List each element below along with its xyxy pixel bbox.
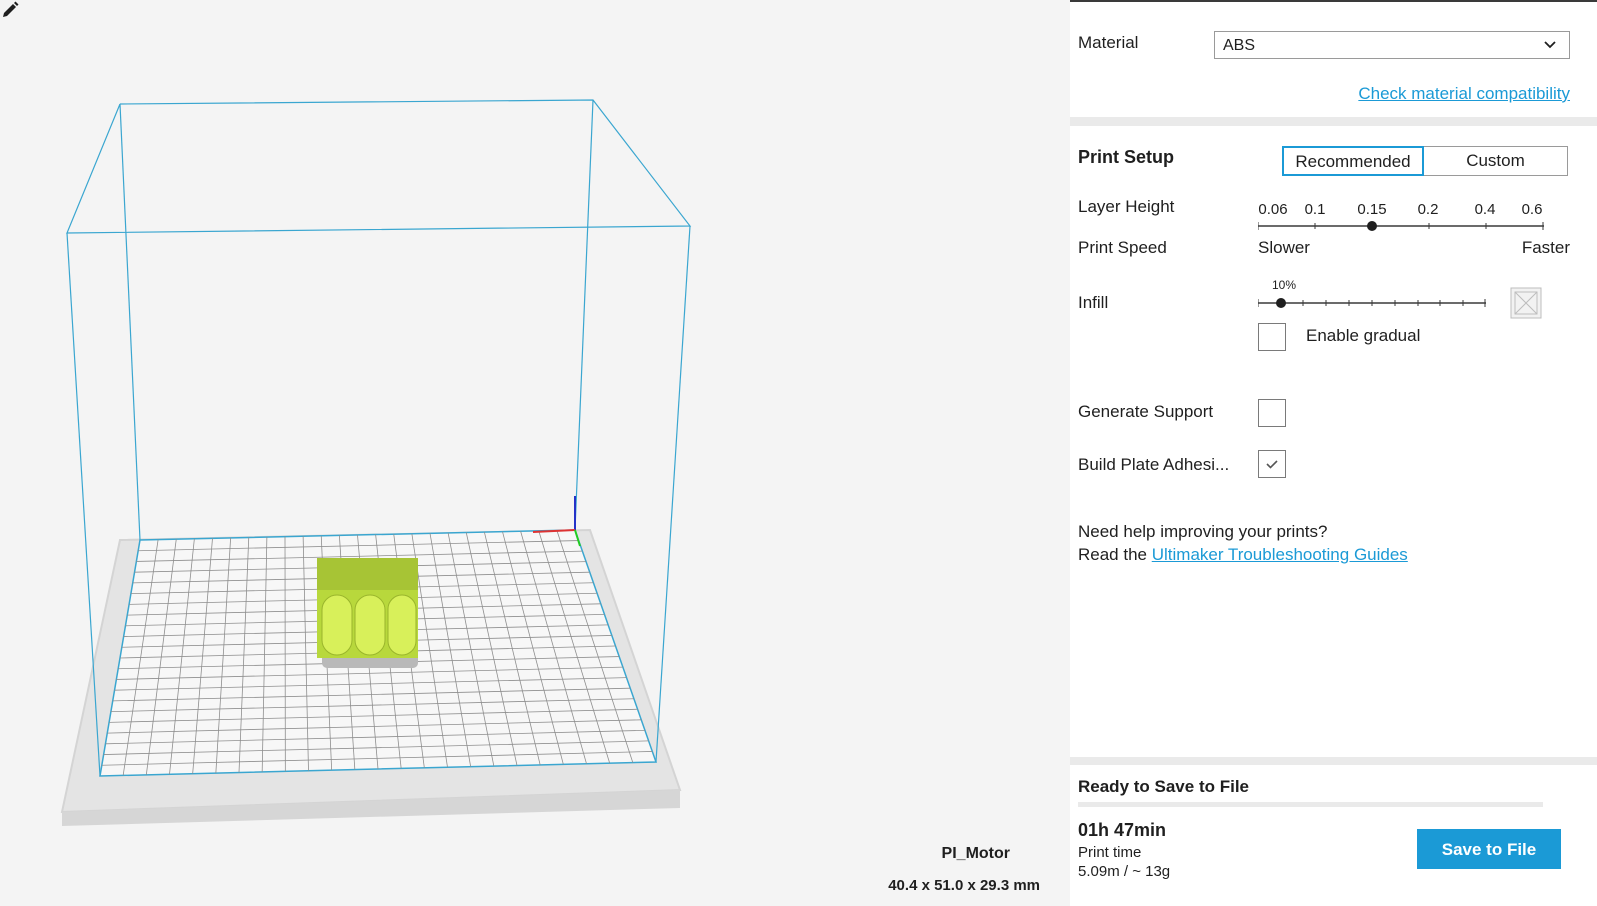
generate-support-checkbox[interactable] <box>1258 399 1286 427</box>
layer-height-slider[interactable] <box>1258 218 1548 234</box>
settings-panel: Material ABS Check material compatibilit… <box>1070 0 1597 906</box>
help-prefix: Read the <box>1078 545 1152 564</box>
chevron-down-icon <box>1544 41 1556 49</box>
infill-slider[interactable] <box>1258 295 1490 311</box>
divider <box>1078 802 1543 807</box>
speed-slower-label: Slower <box>1258 238 1310 257</box>
material-value: ABS <box>1223 37 1256 54</box>
print-setup-title: Print Setup <box>1078 147 1175 167</box>
layer-height-label: Layer Height <box>1078 197 1175 216</box>
object-name: PI_Motor <box>941 845 1010 862</box>
layer-tick: 0.06 <box>1258 201 1288 218</box>
material-card: Material ABS Check material compatibilit… <box>1070 0 1597 117</box>
object-dimensions: 40.4 x 51.0 x 29.3 mm <box>888 877 1040 894</box>
check-compatibility-link[interactable]: Check material compatibility <box>1358 84 1570 104</box>
layer-tick: 0.6 <box>1521 201 1543 218</box>
help-text: Need help improving your prints? <box>1078 522 1328 541</box>
save-to-file-button[interactable]: Save to File <box>1417 829 1561 869</box>
layer-tick: 0.1 <box>1304 201 1326 218</box>
adhesion-label: Build Plate Adhesi... <box>1078 455 1230 474</box>
layer-tick: 0.4 <box>1474 201 1496 218</box>
print-time-label: Print time <box>1078 844 1142 861</box>
infill-handle[interactable] <box>1276 298 1286 308</box>
checkmark-icon <box>1266 460 1278 469</box>
help-text-line2: Read the Ultimaker Troubleshooting Guide… <box>1078 545 1408 565</box>
viewport-3d[interactable]: PI_Motor 40.4 x 51.0 x 29.3 mm <box>0 0 1070 906</box>
enable-gradual-checkbox[interactable] <box>1258 323 1286 351</box>
layer-height-handle[interactable] <box>1367 221 1377 231</box>
infill-label: Infill <box>1078 293 1109 312</box>
material-select[interactable]: ABS <box>1214 31 1570 59</box>
pencil-icon[interactable] <box>0 0 20 20</box>
build-scene <box>60 99 692 826</box>
print-setup-card: Print Setup Recommended Custom Layer Hei… <box>1070 126 1597 757</box>
print-time-value: 01h 47min <box>1078 820 1167 840</box>
material-label: Material <box>1078 33 1139 52</box>
layer-tick: 0.2 <box>1417 201 1439 218</box>
layer-tick: 0.15 <box>1357 201 1387 218</box>
save-status-title: Ready to Save to File <box>1078 777 1249 796</box>
tab-custom[interactable]: Custom <box>1424 146 1568 176</box>
material-usage: 5.09m / ~ 13g <box>1078 863 1171 880</box>
save-card: Ready to Save to File 01h 47min Print ti… <box>1070 765 1597 906</box>
infill-pattern-icon <box>1510 287 1542 319</box>
troubleshooting-link[interactable]: Ultimaker Troubleshooting Guides <box>1152 545 1408 564</box>
print-speed-label: Print Speed <box>1078 238 1167 257</box>
adhesion-checkbox[interactable] <box>1258 450 1286 478</box>
tab-recommended[interactable]: Recommended <box>1282 146 1424 176</box>
infill-value: 10% <box>1272 278 1297 292</box>
speed-faster-label: Faster <box>1521 238 1570 257</box>
enable-gradual-label: Enable gradual <box>1306 326 1421 345</box>
generate-support-label: Generate Support <box>1078 402 1214 421</box>
model-pi-motor[interactable] <box>317 558 418 668</box>
